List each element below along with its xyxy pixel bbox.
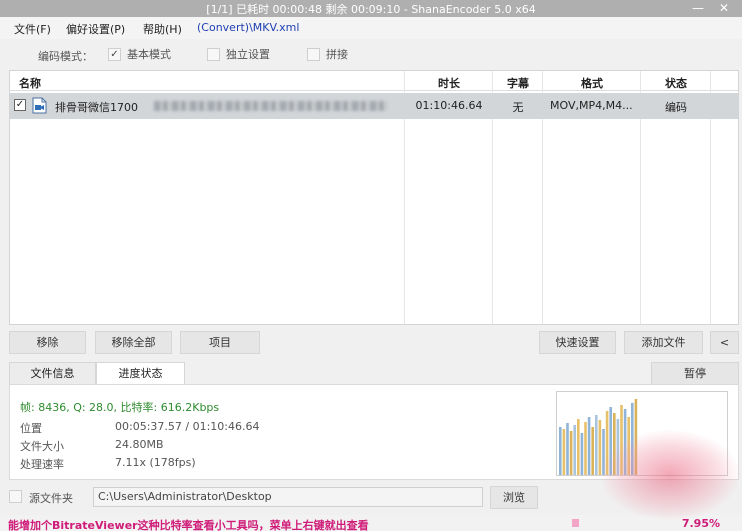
bitrate-bar: [577, 419, 580, 475]
basic-mode-option[interactable]: ✓ 基本模式: [108, 46, 171, 62]
concat-checkbox[interactable]: [307, 47, 320, 61]
column-header-format[interactable]: 格式: [543, 75, 641, 91]
minimize-icon[interactable]: —: [684, 0, 712, 17]
concat-option[interactable]: 拼接: [307, 46, 348, 62]
encode-mode-label: 编码模式：: [38, 50, 93, 63]
bitrate-bar: [573, 425, 576, 475]
file-list-row[interactable]: ✓ 排骨哥微信1700 01:10:46.64 无 MOV,MP4,M4... …: [10, 93, 738, 119]
tab-progress[interactable]: 进度状态: [96, 362, 185, 385]
bitrate-bar: [591, 427, 594, 475]
menu-preferences[interactable]: 偏好设置(P): [66, 21, 125, 37]
basic-mode-label: 基本模式: [127, 48, 171, 61]
bitrate-bar: [569, 431, 573, 475]
close-icon[interactable]: ✕: [710, 0, 738, 17]
menu-help[interactable]: 帮助(H): [143, 21, 182, 37]
menu-bar: 文件(F) 偏好设置(P) 帮助(H) (Convert)\MKV.xml: [0, 17, 742, 39]
bitrate-bar: [580, 433, 584, 475]
tab-file-info[interactable]: 文件信息: [9, 362, 96, 385]
progress-percent: 7.95%: [681, 517, 720, 530]
watermark-blob: [600, 430, 740, 520]
bitrate-bar: [562, 429, 566, 475]
row-checkbox[interactable]: ✓: [14, 99, 26, 111]
collapse-button[interactable]: <: [710, 331, 739, 354]
column-header-status[interactable]: 状态: [641, 75, 711, 91]
file-status: 编码: [665, 101, 687, 114]
title-bar: [1/1] 已耗时 00:00:48 剩余 00:09:10 - ShanaEn…: [0, 0, 742, 17]
redacted-filename: [154, 101, 388, 111]
source-folder-label: 源文件夹: [29, 492, 73, 505]
pause-button[interactable]: 暂停: [651, 362, 739, 385]
browse-button[interactable]: 浏览: [490, 486, 538, 509]
independent-setting-option[interactable]: 独立设置: [207, 46, 270, 62]
position-label: 位置: [20, 422, 42, 435]
item-button[interactable]: 项目: [180, 331, 260, 354]
file-list[interactable]: 名称 时长 字幕 格式 状态 ✓ 排骨哥微信1700 01:10:46.64 无…: [9, 70, 739, 325]
file-duration: 01:10:46.64: [415, 99, 483, 112]
position-value: 00:05:37.57 / 01:10:46.64: [115, 420, 260, 433]
file-subtitle: 无: [512, 101, 524, 114]
column-header-name[interactable]: 名称: [19, 75, 41, 91]
concat-label: 拼接: [326, 48, 348, 61]
quick-settings-button[interactable]: 快速设置: [539, 331, 616, 354]
overall-progress-bar: [572, 519, 662, 527]
add-file-button[interactable]: 添加文件: [624, 331, 703, 354]
independent-setting-checkbox[interactable]: [207, 47, 220, 61]
menu-file[interactable]: 文件(F): [14, 21, 51, 37]
bitrate-bar: [595, 415, 598, 475]
bitrate-bar: [587, 417, 591, 475]
bitrate-bar: [566, 423, 569, 475]
file-size-value: 24.80MB: [115, 438, 164, 451]
file-size-label: 文件大小: [20, 440, 64, 453]
column-header-duration[interactable]: 时长: [405, 75, 493, 91]
column-header-subtitle[interactable]: 字幕: [493, 75, 543, 91]
bitrate-bar: [559, 427, 562, 475]
file-format: MOV,MP4,M4...: [550, 99, 633, 112]
menu-config-preset[interactable]: (Convert)\MKV.xml: [197, 21, 299, 34]
window-title: [1/1] 已耗时 00:00:48 剩余 00:09:10 - ShanaEn…: [206, 3, 536, 16]
status-message: 能增加个BitrateViewer这种比特率查看小工具吗，菜单上右键就出查看: [8, 519, 369, 531]
encode-stats: 帧: 8436, Q: 28.0, 比特率: 616.2Kbps: [20, 401, 220, 414]
independent-setting-label: 独立设置: [226, 48, 270, 61]
video-file-icon: [32, 97, 47, 114]
overall-progress-fill: [572, 519, 580, 527]
bitrate-bar: [584, 422, 587, 475]
remove-button[interactable]: 移除: [9, 331, 86, 354]
speed-value: 7.11x (178fps): [115, 456, 196, 469]
remove-all-button[interactable]: 移除全部: [95, 331, 172, 354]
encode-mode-bar: 编码模式： ✓ 基本模式 独立设置 拼接: [0, 39, 742, 69]
source-folder-path-field[interactable]: C:\Users\Administrator\Desktop: [93, 487, 483, 507]
status-bar: 能增加个BitrateViewer这种比特率查看小工具吗，菜单上右键就出查看 7…: [0, 515, 742, 531]
basic-mode-checkbox[interactable]: ✓: [108, 47, 121, 61]
source-folder-checkbox[interactable]: [9, 490, 22, 503]
file-list-header: 名称 时长 字幕 格式 状态: [10, 71, 738, 91]
info-tabs: 文件信息 进度状态 暂停: [9, 362, 739, 385]
file-name: 排骨哥微信1700: [55, 101, 138, 114]
speed-label: 处理速率: [20, 458, 64, 471]
